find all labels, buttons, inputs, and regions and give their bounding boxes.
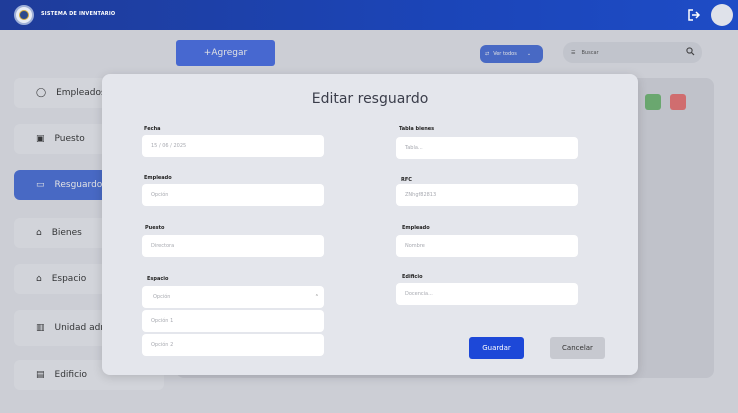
tabla-bienes-field[interactable]: Tabla...	[396, 137, 578, 159]
fecha-label: Fecha	[144, 126, 161, 132]
rfc-field[interactable]: ZNhgf82813	[396, 184, 578, 206]
espacio-select[interactable]: Opción ⌃	[142, 286, 324, 308]
edificio-field[interactable]: Docencia...	[396, 283, 578, 305]
institution-logo	[14, 5, 34, 25]
chevron-up-icon: ⌃	[314, 294, 319, 300]
espacio-option-1[interactable]: Opción 1	[142, 310, 324, 332]
modal-title: Editar resguardo	[311, 91, 429, 107]
empleado-select[interactable]: Opción	[142, 184, 324, 206]
fecha-field[interactable]: 15 / 06 / 2025	[142, 135, 324, 157]
app-title: SISTEMA DE INVENTARIO	[41, 11, 116, 17]
save-button[interactable]: Guardar	[469, 337, 524, 359]
empleado-right-label: Empleado	[402, 225, 430, 231]
espacio-option-2[interactable]: Opción 2	[142, 334, 324, 356]
espacio-label: Espacio	[147, 276, 169, 282]
rfc-label: RFC	[401, 177, 412, 183]
edificio-label: Edificio	[402, 274, 423, 280]
logout-icon[interactable]	[687, 8, 701, 22]
top-bar: SISTEMA DE INVENTARIO	[0, 0, 738, 30]
empleado-label: Empleado	[144, 175, 172, 181]
cancel-button[interactable]: Cancelar	[550, 337, 605, 359]
edit-resguardo-modal: Editar resguardo Fecha 15 / 06 / 2025 Em…	[102, 74, 638, 375]
puesto-field[interactable]: Directora	[142, 235, 324, 257]
empleado-name-field[interactable]: Nombre	[396, 235, 578, 257]
puesto-label: Puesto	[145, 225, 165, 231]
tabla-bienes-label: Tabla bienes	[399, 126, 435, 132]
avatar[interactable]	[711, 4, 733, 26]
